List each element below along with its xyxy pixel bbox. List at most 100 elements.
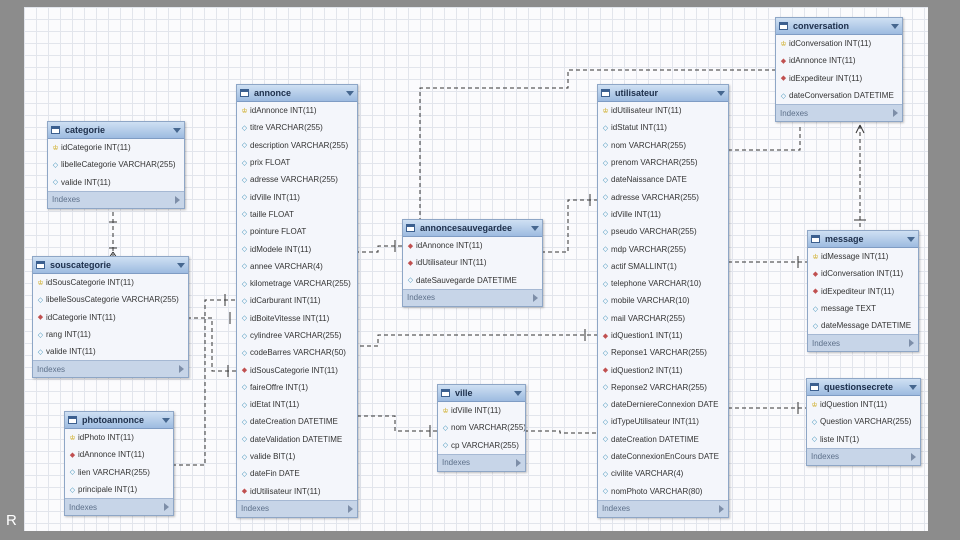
- table-column[interactable]: ◇ dateConversation DATETIME: [776, 87, 902, 104]
- table-column[interactable]: ♔ idUtilisateur INT(11): [598, 102, 728, 119]
- collapse-arrow-icon[interactable]: [346, 90, 354, 96]
- expand-arrow-icon[interactable]: [516, 458, 521, 467]
- table-column[interactable]: ◇ prenom VARCHAR(255): [598, 154, 728, 171]
- table-header[interactable]: conversation: [776, 18, 902, 35]
- table-column[interactable]: ◇ nom VARCHAR(255): [598, 137, 728, 154]
- table-column[interactable]: ◇ dateSauvegarde DATETIME: [403, 272, 542, 289]
- table-column[interactable]: ◆ idQuestion2 INT(11): [598, 361, 728, 378]
- table-header[interactable]: annoncesauvegardee: [403, 220, 542, 237]
- table-header[interactable]: message: [808, 231, 918, 248]
- table-ville[interactable]: ville ♔ idVille INT(11) ◇ nom VARCHAR(255) ◇ c…: [437, 384, 526, 472]
- collapse-arrow-icon[interactable]: [514, 390, 522, 396]
- table-column[interactable]: ◇ telephone VARCHAR(10): [598, 275, 728, 292]
- table-column[interactable]: ♔ idAnnonce INT(11): [237, 102, 357, 119]
- expand-arrow-icon[interactable]: [348, 504, 353, 513]
- collapse-arrow-icon[interactable]: [173, 127, 181, 133]
- table-header[interactable]: categorie: [48, 122, 184, 139]
- table-column[interactable]: ♔ idQuestion INT(11): [807, 396, 920, 413]
- table-header[interactable]: souscategorie: [33, 257, 188, 274]
- table-column[interactable]: ◆ idQuestion1 INT(11): [598, 327, 728, 344]
- table-header[interactable]: annonce: [237, 85, 357, 102]
- table-column[interactable]: ◇ valide INT(11): [48, 174, 184, 191]
- table-column[interactable]: ◇ taille FLOAT: [237, 206, 357, 223]
- collapse-arrow-icon[interactable]: [891, 23, 899, 29]
- table-column[interactable]: ◇ idModele INT(11): [237, 240, 357, 257]
- table-column[interactable]: ◇ idVille INT(11): [237, 188, 357, 205]
- table-column[interactable]: ◇ message TEXT: [808, 300, 918, 317]
- table-column[interactable]: ◇ valide BIT(1): [237, 448, 357, 465]
- table-column[interactable]: ◇ pseudo VARCHAR(255): [598, 223, 728, 240]
- table-column[interactable]: ◇ description VARCHAR(255): [237, 137, 357, 154]
- table-column[interactable]: ◇ idBoiteVitesse INT(11): [237, 310, 357, 327]
- expand-arrow-icon[interactable]: [893, 109, 898, 118]
- collapse-arrow-icon[interactable]: [177, 262, 185, 268]
- table-column[interactable]: ♔ idConversation INT(11): [776, 35, 902, 52]
- table-column[interactable]: ♔ idCategorie INT(11): [48, 139, 184, 156]
- table-column[interactable]: ◆ idExpediteur INT(11): [776, 70, 902, 87]
- table-column[interactable]: ◆ idUtilisateur INT(11): [403, 254, 542, 271]
- table-column[interactable]: ◆ idSousCategorie INT(11): [237, 361, 357, 378]
- table-column[interactable]: ◇ dateMessage DATETIME: [808, 317, 918, 334]
- table-column[interactable]: ◇ idCarburant INT(11): [237, 292, 357, 309]
- table-column[interactable]: ◇ nom VARCHAR(255): [438, 419, 525, 436]
- table-column[interactable]: ◆ idCategorie INT(11): [33, 309, 188, 326]
- expand-arrow-icon[interactable]: [719, 504, 724, 513]
- table-column[interactable]: ◇ annee VARCHAR(4): [237, 258, 357, 275]
- table-column[interactable]: ◇ mobile VARCHAR(10): [598, 292, 728, 309]
- indexes-footer[interactable]: Indexes: [48, 190, 184, 208]
- table-column[interactable]: ◇ adresse VARCHAR(255): [237, 171, 357, 188]
- table-column[interactable]: ◇ principale INT(1): [65, 481, 173, 498]
- table-column[interactable]: ◇ mail VARCHAR(255): [598, 310, 728, 327]
- table-column[interactable]: ♔ idPhoto INT(11): [65, 429, 173, 446]
- table-column[interactable]: ◇ idVille INT(11): [598, 206, 728, 223]
- table-column[interactable]: ◇ libelleCategorie VARCHAR(255): [48, 156, 184, 173]
- table-annonce[interactable]: annonce ♔ idAnnonce INT(11) ◇ titre VARCHAR(…: [236, 84, 358, 518]
- collapse-arrow-icon[interactable]: [909, 384, 917, 390]
- table-column[interactable]: ◇ titre VARCHAR(255): [237, 119, 357, 136]
- table-annoncesauvegardee[interactable]: annoncesauvegardee ◆ idAnnonce INT(11) ◆ idU…: [402, 219, 543, 307]
- collapse-arrow-icon[interactable]: [162, 417, 170, 423]
- table-column[interactable]: ◆ idAnnonce INT(11): [776, 52, 902, 69]
- collapse-arrow-icon[interactable]: [531, 225, 539, 231]
- indexes-footer[interactable]: Indexes: [776, 104, 902, 122]
- table-column[interactable]: ◆ idExpediteur INT(11): [808, 283, 918, 300]
- table-column[interactable]: ◇ mdp VARCHAR(255): [598, 240, 728, 257]
- table-column[interactable]: ◇ idTypeUtilisateur INT(11): [598, 413, 728, 430]
- table-column[interactable]: ◇ prix FLOAT: [237, 154, 357, 171]
- table-column[interactable]: ◇ adresse VARCHAR(255): [598, 188, 728, 205]
- table-column[interactable]: ◇ civilite VARCHAR(4): [598, 465, 728, 482]
- expand-arrow-icon[interactable]: [909, 339, 914, 348]
- collapse-arrow-icon[interactable]: [907, 236, 915, 242]
- table-column[interactable]: ◇ pointure FLOAT: [237, 223, 357, 240]
- table-column[interactable]: ◇ kilometrage VARCHAR(255): [237, 275, 357, 292]
- table-header[interactable]: photoannonce: [65, 412, 173, 429]
- collapse-arrow-icon[interactable]: [717, 90, 725, 96]
- table-column[interactable]: ◇ dateCreation DATETIME: [237, 413, 357, 430]
- indexes-footer[interactable]: Indexes: [807, 447, 920, 465]
- table-column[interactable]: ◇ libelleSousCategorie VARCHAR(255): [33, 291, 188, 308]
- table-column[interactable]: ◇ nomPhoto VARCHAR(80): [598, 483, 728, 500]
- table-column[interactable]: ◇ faireOffre INT(1): [237, 379, 357, 396]
- indexes-footer[interactable]: Indexes: [33, 360, 188, 378]
- expand-arrow-icon[interactable]: [179, 365, 184, 374]
- table-header[interactable]: ville: [438, 385, 525, 402]
- table-column[interactable]: ◇ liste INT(1): [807, 431, 920, 448]
- table-column[interactable]: ◆ idConversation INT(11): [808, 265, 918, 282]
- table-column[interactable]: ♔ idVille INT(11): [438, 402, 525, 419]
- table-column[interactable]: ◇ dateCreation DATETIME: [598, 431, 728, 448]
- table-column[interactable]: ◇ dateNaissance DATE: [598, 171, 728, 188]
- table-column[interactable]: ◇ Reponse1 VARCHAR(255): [598, 344, 728, 361]
- table-column[interactable]: ♔ idMessage INT(11): [808, 248, 918, 265]
- table-souscategorie[interactable]: souscategorie ♔ idSousCategorie INT(11) ◇ li…: [32, 256, 189, 379]
- expand-arrow-icon[interactable]: [911, 452, 916, 461]
- table-questionsecrete[interactable]: questionsecrete ♔ idQuestion INT(11) ◇ Quest…: [806, 378, 921, 466]
- expand-arrow-icon[interactable]: [175, 195, 180, 204]
- table-header[interactable]: utilisateur: [598, 85, 728, 102]
- table-column[interactable]: ◇ cylindree VARCHAR(255): [237, 327, 357, 344]
- table-column[interactable]: ◆ idUtilisateur INT(11): [237, 483, 357, 500]
- table-conversation[interactable]: conversation ♔ idConversation INT(11) ◆ idAn…: [775, 17, 903, 123]
- table-column[interactable]: ◇ idStatut INT(11): [598, 119, 728, 136]
- table-utilisateur[interactable]: utilisateur ♔ idUtilisateur INT(11) ◇ idStat…: [597, 84, 729, 518]
- table-header[interactable]: questionsecrete: [807, 379, 920, 396]
- expand-arrow-icon[interactable]: [533, 293, 538, 302]
